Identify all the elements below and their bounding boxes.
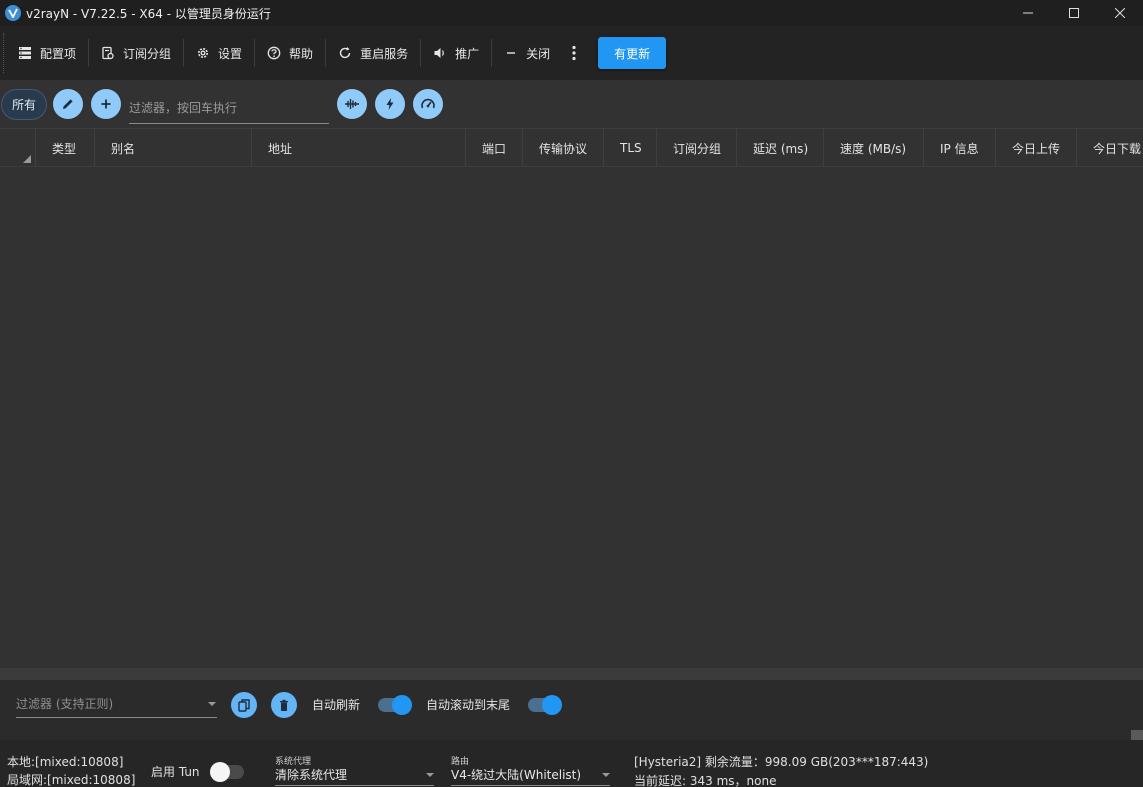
panel-splitter[interactable] bbox=[0, 668, 1143, 680]
select-all-corner[interactable] bbox=[0, 129, 36, 166]
menu-help-label: 帮助 bbox=[289, 46, 314, 61]
menu-subscription-label: 订阅分组 bbox=[123, 46, 172, 61]
speed-test-button[interactable] bbox=[413, 89, 443, 119]
test-tcping-button[interactable] bbox=[375, 89, 405, 119]
maximize-icon bbox=[1069, 8, 1079, 18]
tun-toggle[interactable] bbox=[210, 762, 244, 782]
column-header-subscription[interactable]: 订阅分组 bbox=[657, 129, 737, 166]
chevron-down-icon bbox=[426, 773, 434, 777]
lan-port-status: 局域网:[mixed:10808] bbox=[7, 773, 136, 787]
minimize-button[interactable] bbox=[1005, 0, 1051, 26]
server-icon bbox=[19, 47, 31, 59]
server-table-header: 类型 别名 地址 端口 传输协议 TLS 订阅分组 延迟 (ms) 速度 (MB… bbox=[0, 128, 1143, 167]
auto-refresh-toggle[interactable] bbox=[378, 695, 412, 715]
menu-servers[interactable]: 配置项 bbox=[6, 35, 88, 71]
restart-icon bbox=[339, 47, 351, 59]
menu-promotion[interactable]: 推广 bbox=[421, 35, 491, 71]
column-header-ip-info[interactable]: IP 信息 bbox=[924, 129, 996, 166]
auto-scroll-toggle[interactable] bbox=[528, 695, 562, 715]
server-table-body[interactable] bbox=[0, 167, 1143, 668]
column-header-today-upload[interactable]: 今日上传 bbox=[996, 129, 1077, 166]
title-bar: v2rayN - V7.22.5 - X64 - 以管理员身份运行 bbox=[0, 0, 1143, 26]
group-tab-all[interactable]: 所有 bbox=[1, 89, 47, 120]
column-header-tls[interactable]: TLS bbox=[604, 129, 657, 166]
copy-icon bbox=[238, 698, 250, 712]
menu-settings-label: 设置 bbox=[218, 46, 243, 61]
server-traffic-info: [Hysteria2] 剩余流量：998.09 GB(203***187:443… bbox=[634, 755, 929, 769]
add-group-button[interactable] bbox=[91, 89, 121, 119]
more-vertical-icon bbox=[572, 45, 576, 61]
minimize-icon bbox=[1023, 12, 1033, 14]
speedometer-icon bbox=[421, 98, 435, 109]
close-window-button[interactable] bbox=[1097, 0, 1143, 26]
column-header-alias[interactable]: 别名 bbox=[95, 129, 252, 166]
app-logo-icon bbox=[5, 5, 21, 21]
column-header-port[interactable]: 端口 bbox=[466, 129, 523, 166]
current-delay-info: 当前延迟: 343 ms，none bbox=[634, 774, 777, 787]
subscription-icon bbox=[102, 46, 114, 60]
tun-label: 启用 Tun bbox=[151, 765, 200, 779]
test-ping-button[interactable] bbox=[337, 89, 367, 119]
column-header-type[interactable]: 类型 bbox=[36, 129, 95, 166]
menu-close-label: 关闭 bbox=[526, 46, 551, 61]
menu-close[interactable]: 关闭 bbox=[492, 35, 562, 71]
system-proxy-select[interactable]: 清除系统代理 bbox=[275, 764, 434, 786]
close-icon bbox=[1115, 8, 1125, 18]
column-header-address[interactable]: 地址 bbox=[252, 129, 466, 166]
system-proxy-value: 清除系统代理 bbox=[275, 768, 348, 782]
pencil-icon bbox=[63, 99, 73, 109]
chevron-down-icon bbox=[208, 702, 216, 706]
server-filter-input[interactable]: 过滤器，按回车执行 bbox=[129, 92, 329, 124]
maximize-button[interactable] bbox=[1051, 0, 1097, 26]
minus-icon bbox=[507, 52, 516, 54]
edit-group-button[interactable] bbox=[53, 89, 83, 119]
update-available-button[interactable]: 有更新 bbox=[598, 37, 667, 69]
log-filter-combo[interactable]: 过滤器 (支持正则) bbox=[16, 690, 217, 718]
menu-servers-label: 配置项 bbox=[40, 46, 77, 61]
routing-value: V4-绕过大陆(Whitelist) bbox=[451, 768, 582, 782]
more-menu-button[interactable] bbox=[562, 35, 586, 71]
column-header-today-download[interactable]: 今日下载 bbox=[1077, 129, 1143, 166]
waveform-icon bbox=[345, 99, 359, 109]
main-toolbar: 配置项 订阅分组 设置 帮助 重启服务 推广 关闭 有更新 bbox=[0, 26, 1143, 80]
menu-subscription[interactable]: 订阅分组 bbox=[89, 35, 183, 71]
menu-restart-service[interactable]: 重启服务 bbox=[326, 35, 420, 71]
routing-select[interactable]: V4-绕过大陆(Whitelist) bbox=[451, 764, 610, 786]
auto-refresh-label: 自动刷新 bbox=[312, 698, 361, 712]
menu-promotion-label: 推广 bbox=[455, 46, 480, 61]
log-filter-placeholder: 过滤器 (支持正则) bbox=[16, 697, 114, 711]
copy-log-button[interactable] bbox=[231, 692, 257, 718]
menu-restart-service-label: 重启服务 bbox=[360, 46, 409, 61]
window-title: v2rayN - V7.22.5 - X64 - 以管理员身份运行 bbox=[26, 6, 271, 21]
log-scrollbar-corner bbox=[1131, 730, 1143, 740]
local-port-status: 本地:[mixed:10808] bbox=[7, 755, 124, 769]
gear-icon bbox=[198, 48, 209, 58]
auto-scroll-label: 自动滚动到末尾 bbox=[426, 698, 511, 712]
plus-icon bbox=[101, 99, 111, 109]
trash-icon bbox=[280, 699, 288, 711]
lightning-icon bbox=[386, 98, 394, 110]
menu-help[interactable]: 帮助 bbox=[255, 35, 325, 71]
menu-settings[interactable]: 设置 bbox=[184, 35, 254, 71]
clear-log-button[interactable] bbox=[271, 692, 297, 718]
speaker-icon bbox=[434, 48, 444, 58]
chevron-down-icon bbox=[602, 773, 610, 777]
column-header-transport[interactable]: 传输协议 bbox=[523, 129, 604, 166]
column-header-delay[interactable]: 延迟 (ms) bbox=[737, 129, 824, 166]
column-header-speed[interactable]: 速度 (MB/s) bbox=[824, 129, 924, 166]
help-icon bbox=[267, 46, 281, 60]
